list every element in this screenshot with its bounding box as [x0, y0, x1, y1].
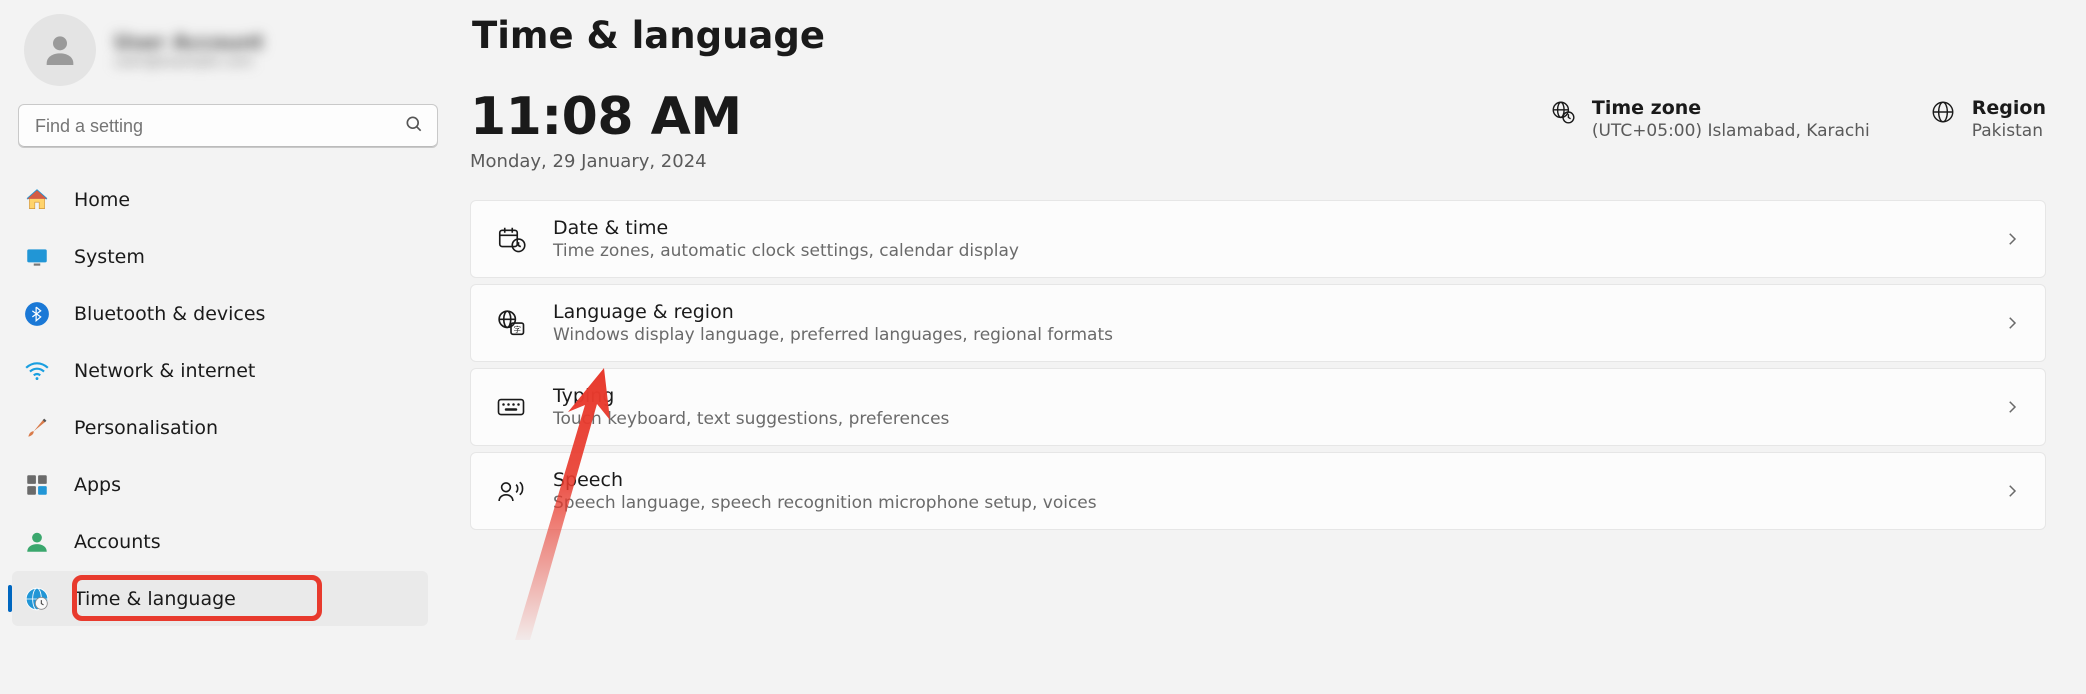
- region-label: Region: [1972, 97, 2046, 119]
- card-title: Date & time: [553, 217, 1977, 239]
- sidebar: User Account user@example.com Home: [0, 0, 440, 694]
- current-time: 11:08 AM: [470, 87, 1550, 147]
- card-title: Speech: [553, 469, 1977, 491]
- search-input[interactable]: [18, 104, 438, 148]
- card-typing[interactable]: Typing Touch keyboard, text suggestions,…: [470, 368, 2046, 446]
- timezone-label: Time zone: [1592, 97, 1870, 119]
- sidebar-item-bluetooth[interactable]: Bluetooth & devices: [12, 286, 428, 341]
- sidebar-item-label: Time & language: [74, 588, 412, 610]
- card-subtitle: Time zones, automatic clock settings, ca…: [553, 241, 1977, 261]
- user-block[interactable]: User Account user@example.com: [12, 0, 428, 100]
- region-value: Pakistan: [1972, 121, 2046, 141]
- bluetooth-icon: [24, 301, 50, 327]
- timezone-text: Time zone (UTC+05:00) Islamabad, Karachi: [1592, 97, 1870, 141]
- chevron-right-icon: [2003, 230, 2021, 248]
- svg-text:字: 字: [514, 324, 522, 334]
- clock-block: 11:08 AM Monday, 29 January, 2024: [470, 87, 1550, 172]
- sidebar-item-network[interactable]: Network & internet: [12, 343, 428, 398]
- card-text: Language & region Windows display langua…: [553, 301, 1977, 345]
- search-icon: [404, 114, 424, 138]
- system-icon: [24, 244, 50, 270]
- keyboard-icon: [495, 391, 527, 423]
- card-subtitle: Touch keyboard, text suggestions, prefer…: [553, 409, 1977, 429]
- main-content: Time & language 11:08 AM Monday, 29 Janu…: [440, 0, 2086, 694]
- sidebar-item-system[interactable]: System: [12, 229, 428, 284]
- page-title: Time & language: [472, 14, 2046, 57]
- clock-row: 11:08 AM Monday, 29 January, 2024 Time z…: [470, 87, 2046, 172]
- region-text: Region Pakistan: [1972, 97, 2046, 141]
- speech-icon: [495, 475, 527, 507]
- timezone-icon: [1550, 99, 1576, 125]
- language-globe-icon: 字: [495, 307, 527, 339]
- card-text: Date & time Time zones, automatic clock …: [553, 217, 1977, 261]
- region-block[interactable]: Region Pakistan: [1930, 97, 2046, 141]
- person-icon: [40, 30, 80, 70]
- sidebar-item-label: Network & internet: [74, 360, 412, 382]
- card-language-region[interactable]: 字 Language & region Windows display lang…: [470, 284, 2046, 362]
- sidebar-item-label: System: [74, 246, 412, 268]
- apps-icon: [24, 472, 50, 498]
- globe-icon: [1930, 99, 1956, 125]
- card-subtitle: Windows display language, preferred lang…: [553, 325, 1977, 345]
- avatar: [24, 14, 96, 86]
- calendar-clock-icon: [495, 223, 527, 255]
- brush-icon: [24, 415, 50, 441]
- user-text: User Account user@example.com: [114, 30, 264, 70]
- search-box: [18, 104, 438, 148]
- accounts-icon: [24, 529, 50, 555]
- card-title: Typing: [553, 385, 1977, 407]
- current-date: Monday, 29 January, 2024: [470, 151, 1550, 172]
- card-text: Speech Speech language, speech recogniti…: [553, 469, 1977, 513]
- sidebar-item-personalisation[interactable]: Personalisation: [12, 400, 428, 455]
- sidebar-item-label: Home: [74, 189, 412, 211]
- sidebar-item-accounts[interactable]: Accounts: [12, 514, 428, 569]
- sidebar-item-label: Apps: [74, 474, 412, 496]
- sidebar-item-label: Bluetooth & devices: [74, 303, 412, 325]
- card-date-time[interactable]: Date & time Time zones, automatic clock …: [470, 200, 2046, 278]
- user-name: User Account: [114, 30, 264, 54]
- wifi-icon: [24, 358, 50, 384]
- sidebar-item-apps[interactable]: Apps: [12, 457, 428, 512]
- nav: Home System Bluetooth & devices Network …: [12, 172, 428, 626]
- timezone-value: (UTC+05:00) Islamabad, Karachi: [1592, 121, 1870, 141]
- chevron-right-icon: [2003, 482, 2021, 500]
- sidebar-item-time-language[interactable]: Time & language: [12, 571, 428, 626]
- user-email: user@example.com: [114, 54, 264, 70]
- sidebar-item-home[interactable]: Home: [12, 172, 428, 227]
- sidebar-item-label: Personalisation: [74, 417, 412, 439]
- card-subtitle: Speech language, speech recognition micr…: [553, 493, 1977, 513]
- sidebar-item-label: Accounts: [74, 531, 412, 553]
- card-title: Language & region: [553, 301, 1977, 323]
- settings-app: User Account user@example.com Home: [0, 0, 2086, 694]
- card-speech[interactable]: Speech Speech language, speech recogniti…: [470, 452, 2046, 530]
- search-wrap: [12, 100, 428, 158]
- settings-cards: Date & time Time zones, automatic clock …: [470, 200, 2046, 530]
- time-language-icon: [24, 586, 50, 612]
- timezone-block[interactable]: Time zone (UTC+05:00) Islamabad, Karachi: [1550, 97, 1870, 141]
- home-icon: [24, 187, 50, 213]
- chevron-right-icon: [2003, 314, 2021, 332]
- info-blocks: Time zone (UTC+05:00) Islamabad, Karachi…: [1550, 87, 2046, 141]
- chevron-right-icon: [2003, 398, 2021, 416]
- card-text: Typing Touch keyboard, text suggestions,…: [553, 385, 1977, 429]
